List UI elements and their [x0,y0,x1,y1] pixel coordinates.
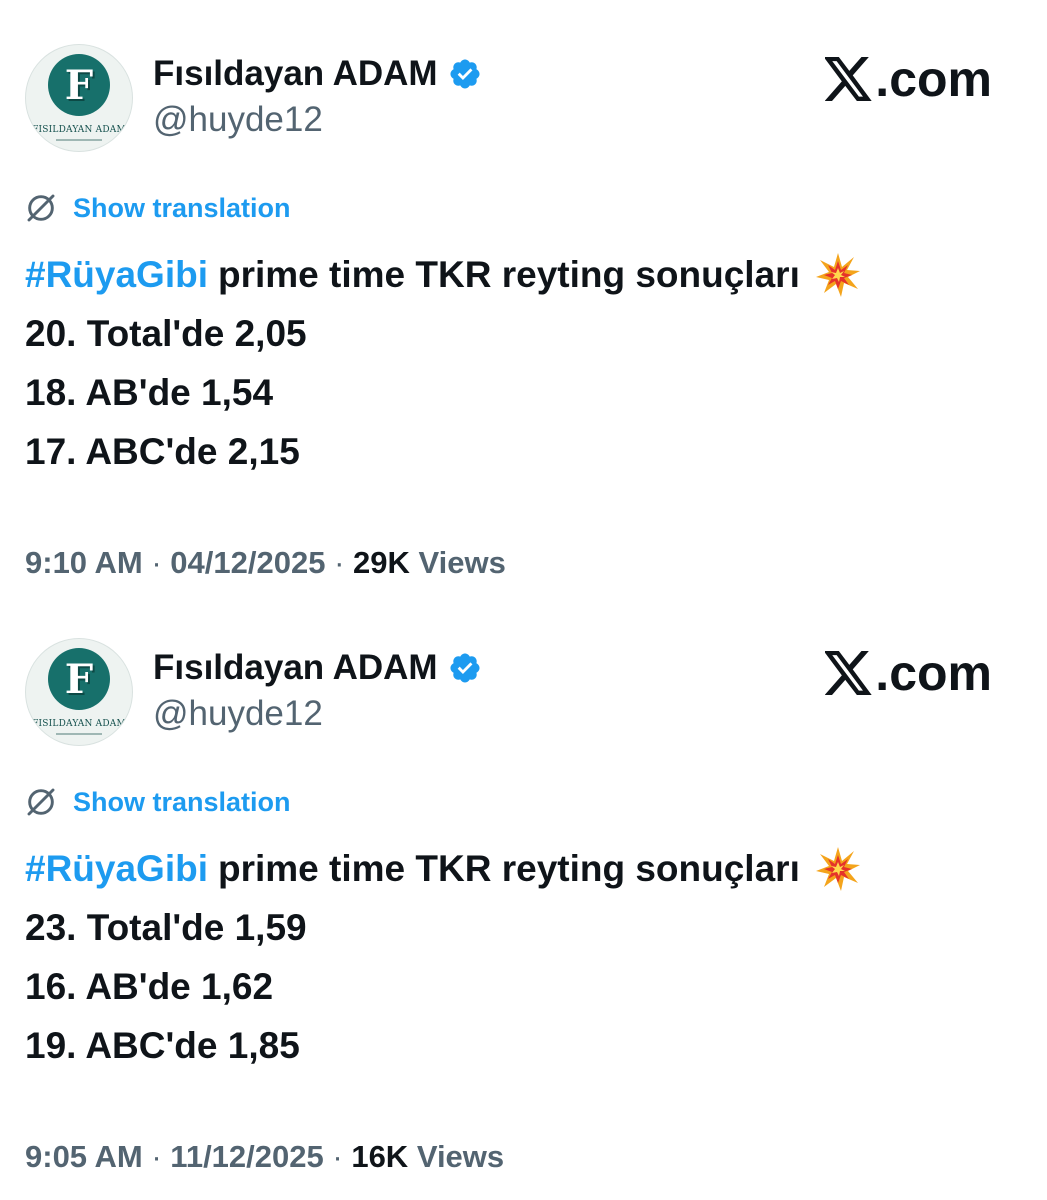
meta-separator: · [151,545,162,580]
rating-line-total: 20. Total'de 2,05 [25,313,307,354]
verified-badge-icon [450,653,480,683]
author-display-name[interactable]: Fısıldayan ADAM [153,648,438,688]
tweet-card: F FISILDAYAN ADAM Fısıldayan ADAM @huyde… [0,594,1047,1188]
avatar[interactable]: F FISILDAYAN ADAM [25,44,133,152]
tweet-card: F FISILDAYAN ADAM Fısıldayan ADAM @huyde… [0,0,1047,594]
rating-line-abc: 17. ABC'de 2,15 [25,431,300,472]
meta-separator: · [151,1139,162,1174]
rating-line-ab: 16. AB'de 1,62 [25,966,274,1007]
tweet-date[interactable]: 11/12/2025 [170,1139,323,1174]
avatar-logo-circle: F [48,648,110,710]
show-translation-button[interactable]: Show translation [25,192,291,224]
collision-emoji-icon [815,846,860,891]
hashtag-link[interactable]: #RüyaGibi [25,245,208,304]
views-count[interactable]: 29K [353,545,410,580]
avatar-caption: FISILDAYAN ADAM [32,719,126,729]
views-count[interactable]: 16K [351,1139,408,1174]
rating-line-abc: 19. ABC'de 1,85 [25,1025,300,1066]
tweet-meta: 9:05 AM · 11/12/2025 · 16K Views [25,1139,504,1175]
views-label: Views [418,545,506,580]
avatar-subcaption-line [56,733,102,735]
author-handle[interactable]: @huyde12 [153,694,323,734]
headline-text: prime time TKR reyting sonuçları [218,254,800,295]
author-name-row[interactable]: Fısıldayan ADAM [153,648,482,688]
x-logo-icon [825,57,872,101]
tweet-headline: #RüyaGibi prime time TKR reyting sonuçla… [25,839,862,898]
x-logo-icon [825,651,872,695]
brand-watermark: .com [825,644,992,702]
verified-badge-icon [450,59,480,89]
avatar-logo-circle: F [48,54,110,116]
headline-text: prime time TKR reyting sonuçları [218,848,800,889]
rating-line-total: 23. Total'de 1,59 [25,907,307,948]
avatar-subcaption-line [56,139,102,141]
avatar[interactable]: F FISILDAYAN ADAM [25,638,133,746]
show-translation-button[interactable]: Show translation [25,786,291,818]
brand-watermark: .com [825,50,992,108]
rating-line-ab: 18. AB'de 1,54 [25,372,274,413]
author-handle[interactable]: @huyde12 [153,100,323,140]
avatar-letter: F [64,61,94,109]
globe-icon [27,194,55,222]
tweet-time[interactable]: 9:10 AM [25,545,143,580]
avatar-letter: F [64,655,94,703]
tweet-text: #RüyaGibi prime time TKR reyting sonuçla… [25,245,862,481]
brand-domain: .com [875,645,992,701]
hashtag-link[interactable]: #RüyaGibi [25,839,208,898]
collision-emoji-icon [815,252,860,297]
author-display-name[interactable]: Fısıldayan ADAM [153,54,438,94]
tweet-headline: #RüyaGibi prime time TKR reyting sonuçla… [25,245,862,304]
tweet-time[interactable]: 9:05 AM [25,1139,143,1174]
globe-icon [27,788,55,816]
meta-separator: · [332,1139,343,1174]
author-name-row[interactable]: Fısıldayan ADAM [153,54,482,94]
show-translation-label[interactable]: Show translation [73,193,291,224]
views-label: Views [416,1139,505,1174]
tweet-text: #RüyaGibi prime time TKR reyting sonuçla… [25,839,862,1075]
show-translation-label[interactable]: Show translation [73,787,291,818]
tweet-date[interactable]: 04/12/2025 [170,545,325,580]
tweet-meta: 9:10 AM · 04/12/2025 · 29K Views [25,545,506,581]
brand-domain: .com [875,51,992,107]
avatar-caption: FISILDAYAN ADAM [32,125,126,135]
meta-separator: · [334,545,345,580]
